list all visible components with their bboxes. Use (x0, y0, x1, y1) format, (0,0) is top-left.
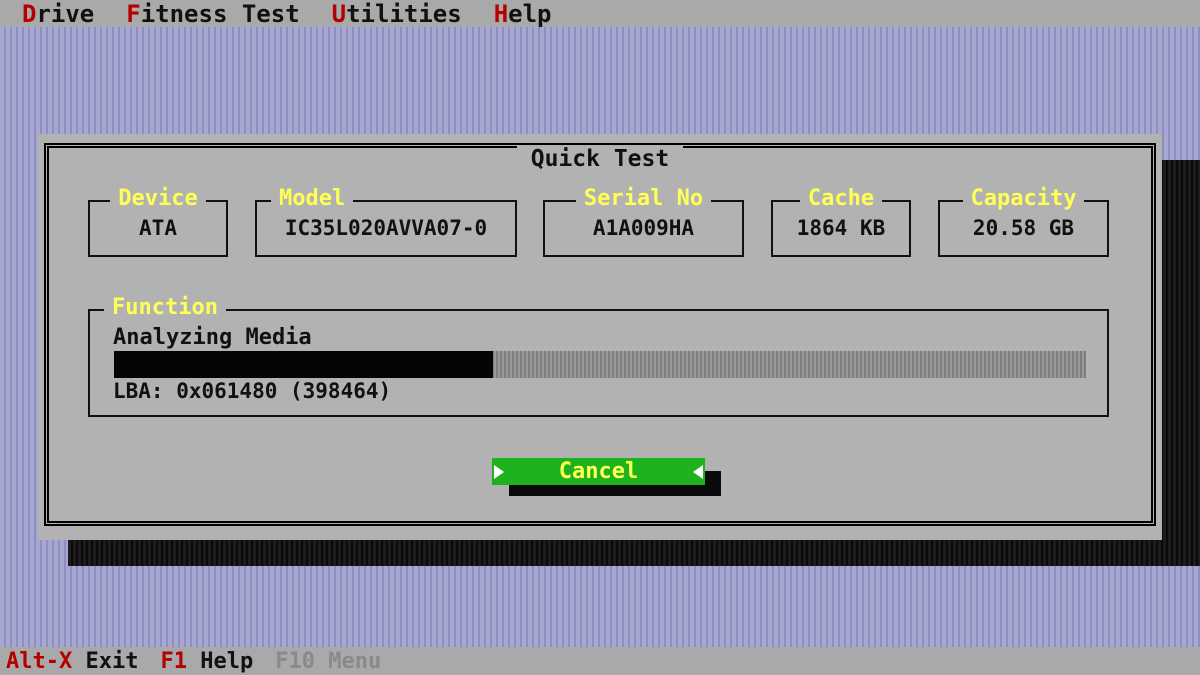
function-status: Analyzing Media (113, 325, 312, 350)
menu-help-label: elp (508, 0, 552, 28)
status-bar: Alt-X Exit F1 Help F10 Menu (0, 647, 1200, 675)
status-exit[interactable]: Alt-X Exit (6, 649, 138, 674)
device-label: Device (90, 186, 226, 212)
status-menu: F10 Menu (275, 649, 381, 674)
menu-utilities-hotkey: U (331, 0, 347, 28)
dialog-title: Quick Test (49, 146, 1151, 172)
function-label: Function (104, 295, 226, 321)
status-menu-label: Menu (328, 648, 382, 674)
menu-bar: Drive Fitness Test Utilities Help (0, 0, 1200, 28)
status-exit-label: Exit (85, 648, 139, 674)
cancel-button[interactable]: Cancel (492, 458, 705, 485)
serial-label: Serial No (545, 186, 742, 212)
menu-drive-hotkey: D (22, 0, 37, 28)
menu-fitness-test-hotkey: F (126, 0, 141, 28)
model-label-text: Model (271, 186, 354, 211)
progress-bar (114, 351, 1086, 378)
cache-value: 1864 KB (796, 216, 886, 240)
capacity-field: Capacity 20.58 GB (938, 186, 1109, 257)
status-help-key: F1 (160, 648, 187, 674)
status-help[interactable]: F1 Help (160, 649, 253, 674)
model-field: Model IC35L020AVVA07-0 (255, 186, 517, 257)
model-value: IC35L020AVVA07-0 (284, 216, 488, 240)
menu-help-hotkey: H (493, 0, 509, 28)
cancel-button-label: Cancel (558, 459, 639, 484)
menu-utilities-label: tilities (346, 0, 462, 28)
capacity-label-text: Capacity (962, 186, 1085, 211)
capacity-value: 20.58 GB (972, 216, 1075, 240)
arrow-right-icon (494, 465, 504, 479)
capacity-label: Capacity (940, 186, 1107, 212)
status-menu-key: F10 (275, 648, 315, 674)
device-field: Device ATA (88, 186, 228, 257)
cache-label: Cache (773, 186, 909, 212)
lba-readout: LBA: 0x061480 (398464) (113, 379, 392, 403)
status-exit-key: Alt-X (6, 648, 73, 674)
menu-drive-label: rive (36, 0, 95, 28)
model-label: Model (271, 186, 515, 212)
status-help-label: Help (200, 648, 254, 674)
cache-label-text: Cache (799, 186, 883, 211)
menu-fitness-test[interactable]: Fitness Test (126, 0, 299, 28)
device-value: ATA (139, 216, 177, 240)
serial-label-text: Serial No (575, 186, 712, 211)
menu-drive[interactable]: Drive (22, 0, 94, 28)
progress-fill (114, 351, 494, 378)
serial-field: Serial No A1A009HA (543, 186, 744, 257)
cache-field: Cache 1864 KB (771, 186, 911, 257)
dialog-title-text: Quick Test (516, 146, 684, 172)
menu-fitness-test-label: itness Test (140, 0, 300, 28)
serial-value: A1A009HA (592, 216, 695, 240)
arrow-left-icon (693, 465, 703, 479)
device-label-text: Device (110, 186, 206, 211)
function-box: Function Analyzing Media LBA: 0x061480 (… (88, 295, 1109, 417)
menu-help[interactable]: Help (494, 0, 552, 28)
menu-utilities[interactable]: Utilities (332, 0, 462, 28)
